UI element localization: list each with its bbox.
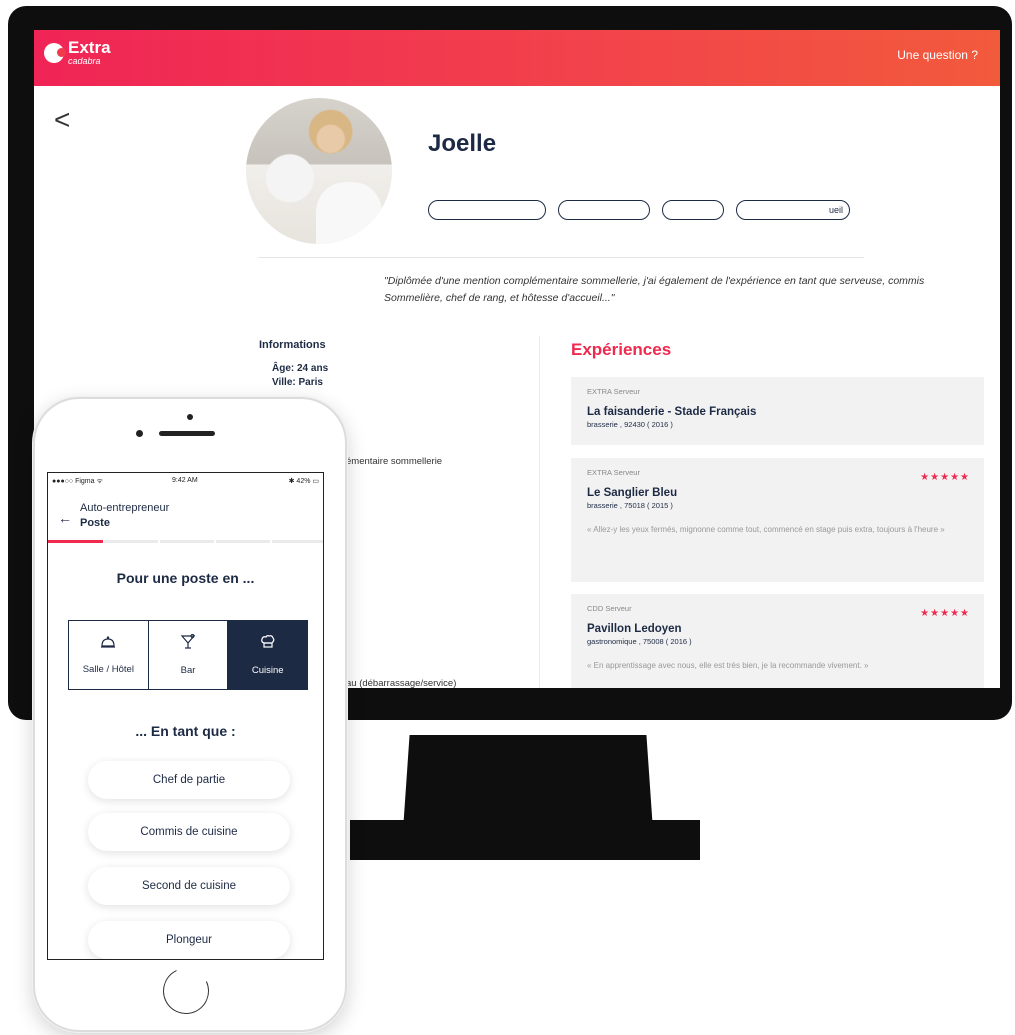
role-plongeur-button[interactable]: Plongeur	[88, 921, 290, 959]
tab-label: Salle / Hôtel	[82, 664, 134, 675]
phone-camera	[187, 414, 193, 420]
cocktail-icon	[180, 633, 196, 653]
monitor-stand-base	[350, 820, 700, 860]
phone-speaker	[159, 431, 215, 436]
chef-hat-icon	[260, 634, 276, 653]
profile-tags: ueil	[428, 200, 850, 220]
role-second-de-cuisine-button[interactable]: Second de cuisine	[88, 867, 290, 905]
question-link[interactable]: Une question ?	[897, 48, 978, 62]
experience-meta: brasserie , 92430 ( 2016 )	[587, 420, 673, 429]
back-arrow-icon[interactable]: ←	[58, 510, 72, 526]
profile-quote: "Diplômée d'une mention complémentaire s…	[384, 275, 925, 304]
tab-bar[interactable]: Bar	[149, 621, 229, 689]
experience-card[interactable]: ★★★★★ CDD Serveur Pavillon Ledoyen gastr…	[571, 594, 984, 688]
cloche-icon	[100, 635, 116, 652]
experience-review: « En apprentissage avec nous, elle est t…	[587, 661, 869, 670]
tab-label: Cuisine	[251, 665, 284, 676]
info-age: Âge: 24 ans	[272, 363, 329, 374]
info-city: Ville: Paris	[272, 377, 323, 388]
status-carrier: ●●●○○ Figma ᯤ	[52, 478, 103, 485]
nav-subtitle: Auto-entrepreneur	[80, 502, 170, 514]
phone-screen: ●●●○○ Figma ᯤ 9:42 AM ✱ 42% ▭ ← Auto-ent…	[47, 472, 324, 960]
experience-card[interactable]: EXTRA Serveur La faisanderie - Stade Fra…	[571, 377, 984, 445]
profile-tag[interactable]	[428, 200, 546, 220]
rating-stars-icon: ★★★★★	[920, 472, 970, 483]
info-task: au (débarrassage/service)	[346, 678, 457, 688]
role-chef-de-partie-button[interactable]: Chef de partie	[88, 761, 290, 799]
experience-company: La faisanderie - Stade Français	[587, 406, 757, 418]
status-time: 9:42 AM	[172, 477, 198, 484]
experience-role: EXTRA Serveur	[587, 387, 640, 396]
experiences-title: Expériences	[571, 340, 672, 359]
status-bar: ●●●○○ Figma ᯤ 9:42 AM ✱ 42% ▭	[48, 473, 323, 489]
profile-tag[interactable]: ueil	[736, 200, 850, 220]
rating-stars-icon: ★★★★★	[920, 608, 970, 619]
experience-meta: brasserie , 75018 ( 2015 )	[587, 501, 673, 510]
experience-meta: gastronomique , 75008 ( 2016 )	[587, 637, 692, 646]
profile-name: Joelle	[428, 130, 497, 157]
experience-company: Le Sanglier Bleu	[587, 487, 678, 499]
experience-review: « Allez-y les yeux fermés, mignonne comm…	[587, 525, 945, 534]
tab-label: Bar	[180, 665, 196, 676]
step-progress-fill	[48, 540, 103, 543]
logo-sub: cadabra	[68, 56, 101, 66]
phone-sensor	[136, 430, 143, 437]
profile-avatar	[246, 98, 392, 244]
profile-tag[interactable]	[662, 200, 724, 220]
experience-role: EXTRA Serveur	[587, 468, 640, 477]
experience-card[interactable]: ★★★★★ EXTRA Serveur Le Sanglier Bleu bra…	[571, 458, 984, 582]
column-divider	[539, 336, 540, 688]
header-divider	[258, 257, 864, 258]
experience-role: CDD Serveur	[587, 604, 632, 613]
logo-icon	[44, 42, 66, 63]
informations-title: Informations	[259, 339, 326, 351]
status-battery: ✱ 42% ▭	[288, 478, 319, 485]
category-tabs: Salle / Hôtel Bar Cuisine	[68, 620, 308, 690]
logo[interactable]: Extra cadabra	[44, 39, 111, 66]
tab-salle-hotel[interactable]: Salle / Hôtel	[69, 621, 149, 689]
role-heading: ... En tant que :	[135, 723, 236, 739]
experience-company: Pavillon Ledoyen	[587, 623, 682, 635]
step-progress	[48, 540, 323, 543]
back-chevron-icon[interactable]: <	[54, 106, 70, 134]
info-diploma: émentaire sommellerie	[346, 456, 443, 467]
poste-heading: Pour une poste en ...	[116, 570, 255, 586]
tab-cuisine[interactable]: Cuisine	[228, 621, 308, 689]
top-bar: Extra cadabra Une question ?	[34, 30, 1000, 86]
profile-tag[interactable]	[558, 200, 650, 220]
role-commis-de-cuisine-button[interactable]: Commis de cuisine	[88, 813, 290, 851]
nav-title: Poste	[80, 517, 110, 529]
logo-word: Extra	[68, 38, 111, 57]
